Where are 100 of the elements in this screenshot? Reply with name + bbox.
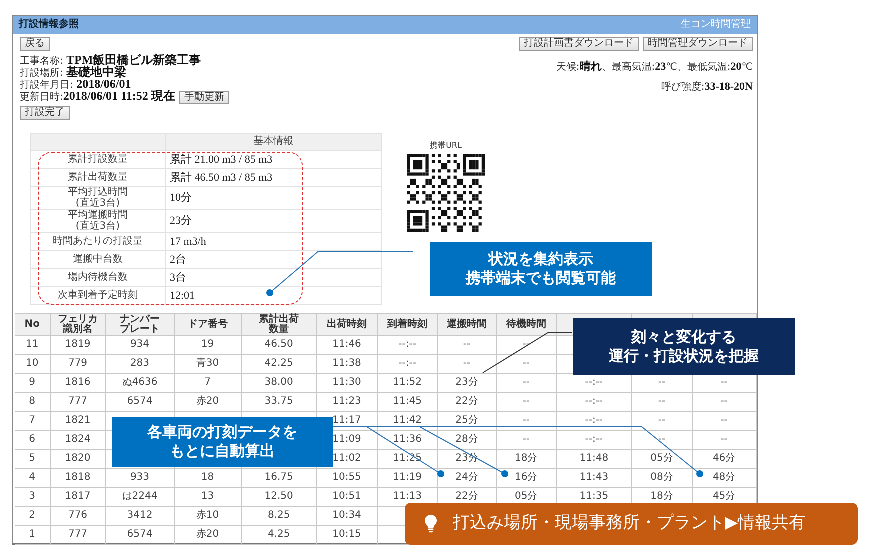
table-header: 基本情報 — [166, 134, 382, 150]
callout-text: 運行・打設状況を把握 — [609, 346, 759, 366]
table-cell: 05分 — [650, 453, 674, 464]
table-cell: 赤20 — [196, 529, 220, 540]
table-cell: 4 — [29, 472, 36, 483]
table-cell: 22分 — [456, 396, 478, 407]
table-cell: -- — [720, 396, 728, 407]
table-cell: 11:19 — [393, 472, 422, 483]
table-cell: 11 — [26, 339, 39, 350]
table-cell: 11:17 — [332, 415, 362, 426]
column-header: 運搬時間 — [447, 320, 487, 330]
table-cell: 18 — [201, 472, 214, 483]
table-cell: 05分 — [514, 491, 538, 502]
project-info: 工事名称: TPM飯田橋ビル新築工事 — [20, 54, 202, 67]
table-cell: 1816 — [65, 377, 91, 388]
column-header: No — [24, 320, 40, 330]
table-cell: 1818 — [65, 472, 91, 483]
table-cell: -- — [720, 434, 728, 445]
table-cell: 11:36 — [393, 434, 422, 445]
table-cell: 1821 — [65, 415, 91, 426]
table-cell: 777 — [68, 396, 88, 407]
table-cell: は2244 — [122, 491, 158, 502]
table-cell: 11:38 — [332, 358, 362, 369]
complete-button[interactable]: 打設完了 — [20, 106, 70, 120]
info-label: 場内待機台数 — [30, 268, 166, 286]
info-value: 2台 — [166, 250, 382, 268]
table-cell: 11:09 — [332, 434, 362, 445]
table-cell: 6574 — [127, 529, 153, 540]
column-header: 待機時間 — [506, 320, 546, 330]
table-cell: 4.25 — [268, 529, 290, 540]
table-cell: 11:35 — [580, 491, 609, 502]
table-cell: 9 — [29, 377, 36, 388]
lightbulb-icon — [425, 515, 437, 533]
window-title: 打設情報参照 — [19, 19, 79, 31]
column-header: 累計出荷数量 — [258, 314, 300, 334]
table-cell: 1824 — [65, 434, 91, 445]
refresh-button[interactable]: 手動更新 — [179, 90, 230, 104]
table-cell: 779 — [68, 358, 88, 369]
table-cell: -- — [658, 377, 666, 388]
column-header: ドア番号 — [188, 320, 228, 330]
table-cell: 5 — [29, 453, 36, 464]
table-cell: 8.25 — [268, 510, 290, 521]
table-cell: 1817 — [65, 491, 91, 502]
download-button[interactable]: 時間管理ダウンロード — [643, 37, 753, 51]
table-cell: 11:42 — [393, 415, 422, 426]
table-cell: -- — [522, 415, 530, 426]
info-label: 運搬中台数 — [30, 250, 166, 268]
table-cell: 11:46 — [332, 339, 362, 350]
table-cell: 22分 — [456, 491, 478, 502]
info-label: 累計打設数量 — [30, 150, 166, 168]
info-label: 時間あたりの打設量 — [30, 232, 166, 250]
table-cell: 19 — [201, 339, 214, 350]
table-cell: -- — [522, 396, 530, 407]
table-cell: -- — [720, 415, 728, 426]
callout-text: 刻々と変化する — [632, 328, 736, 346]
info-value: 累計 46.50 m3 / 85 m3 — [166, 168, 382, 186]
table-cell: 3 — [29, 491, 36, 502]
callout-text: 打込み場所・現場事務所・プラント▶情報共有 — [453, 513, 806, 535]
download-button[interactable]: 打設計画書ダウンロード — [519, 37, 639, 51]
table-cell: 7 — [204, 377, 211, 388]
info-label: 次車到着予定時刻 — [30, 286, 166, 304]
table-cell: -- — [522, 377, 530, 388]
back-button[interactable]: 戻る — [20, 37, 50, 51]
column-header: ナンバープレート — [118, 314, 161, 334]
table-cell: -- — [463, 358, 471, 369]
table-cell: 33.75 — [264, 396, 294, 407]
table-cell: 赤20 — [196, 396, 220, 407]
table-cell: 11:23 — [332, 396, 362, 407]
qr-label: 携帯URL — [430, 141, 462, 150]
info-label: 累計出荷数量 — [30, 168, 166, 186]
table-cell: --:-- — [398, 339, 416, 350]
table-cell: 1820 — [65, 453, 91, 464]
table-cell: 10 — [26, 358, 39, 369]
table-cell: 3412 — [127, 510, 153, 521]
table-cell: 776 — [68, 510, 88, 521]
info-value: 3台 — [166, 268, 382, 286]
table-cell: 10:15 — [332, 529, 362, 540]
info-value: 17 m3/h — [166, 232, 382, 250]
table-cell: 18分 — [650, 491, 674, 502]
table-cell: 25分 — [456, 415, 478, 426]
table-cell: --:-- — [398, 358, 416, 369]
table-cell: -- — [522, 358, 530, 369]
column-header: 到着時刻 — [388, 320, 428, 330]
table-cell: 青30 — [196, 358, 220, 369]
column-header: 出荷時刻 — [327, 320, 367, 330]
table-cell: 46分 — [712, 453, 736, 464]
table-cell: 1 — [29, 529, 36, 540]
callout-text: もとに自動算出 — [170, 442, 275, 461]
project-info: 打設場所: 基礎地中梁 — [20, 66, 127, 80]
table-cell: 16分 — [514, 472, 538, 483]
table-cell: 6574 — [127, 396, 153, 407]
table-cell: 777 — [68, 529, 88, 540]
table-cell: 48分 — [712, 472, 736, 483]
info-value: 10分 — [166, 186, 382, 210]
table-cell: --:-- — [585, 396, 604, 407]
info-label: 平均打込時間 (直近3台) — [30, 186, 166, 210]
table-cell: 11:30 — [332, 377, 362, 388]
table-cell: -- — [658, 396, 666, 407]
table-cell: 24分 — [456, 472, 478, 483]
table-cell: 08分 — [650, 472, 674, 483]
